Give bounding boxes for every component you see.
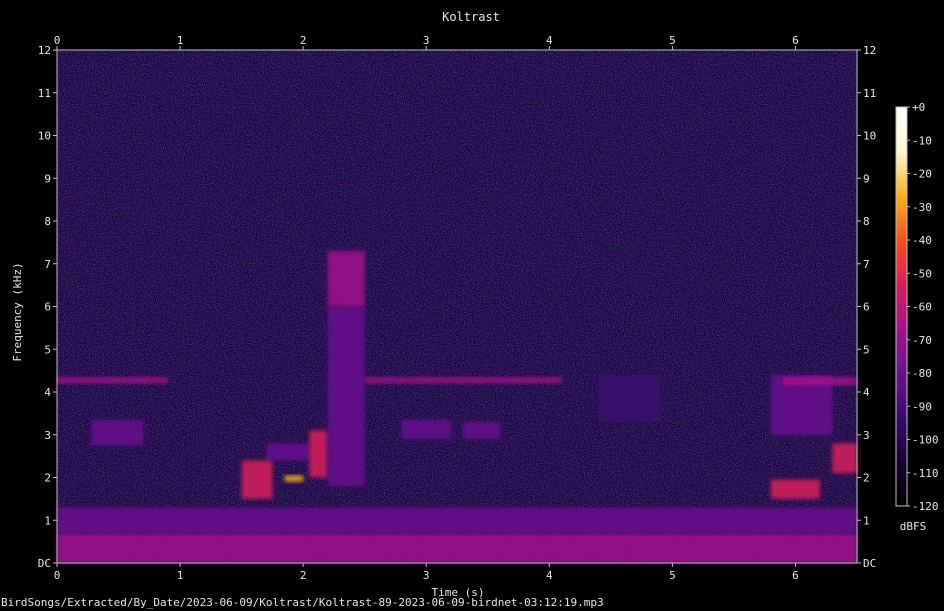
colorbar-tick-label: -10 — [912, 134, 932, 147]
x-axis-top: 0 1 2 3 4 5 6 — [54, 34, 799, 50]
colorbar-tick-label: -100 — [912, 434, 939, 447]
y-tick-label-right: 3 — [863, 429, 870, 442]
y-tick-label-right: 7 — [863, 258, 870, 271]
energy-region — [241, 460, 273, 499]
y-tick-label-right: 2 — [863, 472, 870, 485]
energy-region — [832, 443, 857, 474]
energy-region — [770, 479, 821, 499]
y-tick-label-right: DC — [863, 557, 876, 570]
colorbar-tick-label: -70 — [912, 334, 932, 347]
y-tick-label-left: 9 — [44, 172, 51, 185]
chart-title: Koltrast — [442, 10, 500, 24]
y-tick-label-left: 3 — [44, 429, 51, 442]
x-tick-label-bottom: 1 — [177, 569, 184, 582]
energy-region — [783, 377, 857, 386]
colorbar-ramp — [895, 106, 908, 507]
y-tick-label-left: 5 — [44, 343, 51, 356]
y-tick-label-right: 1 — [863, 514, 870, 527]
energy-region — [327, 250, 365, 307]
x-tick-label-top: 1 — [177, 34, 184, 47]
y-tick-label-right: 11 — [863, 87, 876, 100]
energy-region — [57, 507, 857, 534]
colorbar-tick-label: -90 — [912, 400, 932, 413]
y-tick-label-right: 9 — [863, 172, 870, 185]
y-tick-label-left: 11 — [38, 87, 51, 100]
colorbar-label: dBFS — [900, 520, 927, 533]
colorbar-tick-label: -110 — [912, 467, 939, 480]
spectrogram-noise — [57, 50, 857, 563]
energy-region — [284, 475, 304, 482]
colorbar-tick-label: -30 — [912, 201, 932, 214]
energy-region — [364, 377, 562, 384]
x-tick-label-top: 6 — [792, 34, 799, 47]
y-axis-label: Frequency (kHz) — [11, 262, 24, 361]
plot-area — [56, 49, 858, 564]
colorbar-ticks: +0 -10 -20 -30 -40 -50 -60 -70 -80 -90 -100 -110 -12… — [907, 101, 939, 513]
x-tick-label-bottom: 0 — [54, 569, 61, 582]
colorbar-tick-label: +0 — [912, 101, 925, 114]
x-tick-label-bottom: 6 — [792, 569, 799, 582]
y-axis-left: DC123456789101112 — [38, 44, 57, 570]
y-tick-label-left: 2 — [44, 472, 51, 485]
energy-region — [598, 374, 661, 422]
y-tick-label-right: 6 — [863, 301, 870, 314]
colorbar-tick-label: -80 — [912, 367, 932, 380]
energy-region — [266, 443, 310, 461]
y-tick-label-left: 7 — [44, 258, 51, 271]
colorbar-tick-label: -40 — [912, 234, 932, 247]
energy-region — [401, 419, 451, 440]
y-tick-label-right: 4 — [863, 386, 870, 399]
x-tick-label-top: 4 — [546, 34, 553, 47]
x-tick-label-bottom: 5 — [669, 569, 676, 582]
spectrogram-chart: Koltrast 0123456 0123456 DC1234567891011… — [11, 10, 939, 599]
energy-region — [327, 306, 365, 487]
x-tick-label-top: 5 — [669, 34, 676, 47]
y-tick-label-left: 6 — [44, 301, 51, 314]
energy-region — [309, 430, 328, 478]
x-tick-label-top: 2 — [300, 34, 307, 47]
colorbar-tick-label: -20 — [912, 168, 932, 181]
x-axis-bottom: 0 1 2 3 4 5 6 — [54, 563, 799, 582]
y-tick-label-left: 8 — [44, 215, 51, 228]
colorbar-tick-label: -60 — [912, 301, 932, 314]
x-tick-label-bottom: 4 — [546, 569, 553, 582]
y-tick-label-left: 4 — [44, 386, 51, 399]
y-tick-label-left: 1 — [44, 514, 51, 527]
colorbar: +0 -10 -20 -30 -40 -50 -60 -70 -80 -90 -100 -110 -12… — [895, 101, 939, 533]
x-tick-label-bottom: 2 — [300, 569, 307, 582]
energy-region — [463, 421, 501, 440]
y-tick-label-left: 12 — [38, 44, 51, 57]
y-tick-label-right: 12 — [863, 44, 876, 57]
x-tick-label-bottom: 3 — [423, 569, 430, 582]
y-tick-label-right: 10 — [863, 130, 876, 143]
x-tick-label-top: 0 — [54, 34, 61, 47]
y-axis-right: DC123456789101112 — [857, 44, 876, 570]
y-tick-label-left: DC — [38, 557, 51, 570]
x-tick-label-top: 3 — [423, 34, 430, 47]
colorbar-tick-label: -50 — [912, 267, 932, 280]
energy-region — [57, 533, 857, 563]
source-filename: BirdSongs/Extracted/By_Date/2023-06-09/K… — [1, 596, 604, 609]
y-tick-label-left: 10 — [38, 130, 51, 143]
y-tick-label-right: 5 — [863, 343, 870, 356]
colorbar-tick-label: -120 — [912, 500, 939, 513]
energy-region — [57, 377, 168, 384]
y-tick-label-right: 8 — [863, 215, 870, 228]
energy-region — [91, 419, 144, 446]
